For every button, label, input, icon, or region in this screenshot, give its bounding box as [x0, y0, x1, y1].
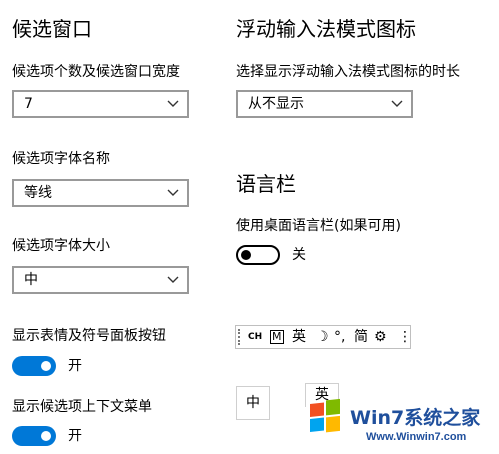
floating-ime-icon-heading: 浮动输入法模式图标 [236, 17, 416, 41]
floating-ime-duration-dropdown[interactable]: 从不显示 [236, 90, 413, 118]
lang-code: CH [248, 332, 263, 342]
floating-ime-duration-value: 从不显示 [248, 96, 304, 112]
candidate-count-width-label: 候选项个数及候选窗口宽度 [12, 64, 180, 80]
english-mode-icon: 英 [292, 329, 306, 345]
candidate-font-name-value: 等线 [24, 185, 52, 201]
context-menu-toggle-state: 开 [68, 428, 82, 444]
candidate-font-name-label: 候选项字体名称 [12, 151, 110, 167]
candidate-font-name-dropdown[interactable]: 等线 [12, 179, 189, 207]
candidate-count-width-dropdown[interactable]: 7 [12, 90, 189, 118]
chinese-mode-indicator: 中 [236, 386, 270, 420]
candidate-font-size-label: 候选项字体大小 [12, 238, 110, 254]
toggle-knob [41, 431, 51, 441]
candidate-window-heading: 候选窗口 [12, 17, 92, 41]
context-menu-toggle[interactable] [12, 426, 56, 446]
emoji-panel-toggle[interactable] [12, 356, 56, 376]
desktop-language-bar-toggle[interactable] [236, 245, 280, 265]
watermark-brand: Win7系统之家 [350, 407, 481, 429]
desktop-language-bar-toggle-state: 关 [292, 247, 306, 263]
candidate-font-size-value: 中 [24, 272, 38, 288]
watermark: Win7系统之家 Www.Winwin7.com [302, 380, 499, 454]
context-menu-label: 显示候选项上下文菜单 [12, 399, 152, 415]
chevron-down-icon [167, 189, 179, 196]
ime-mode-icon: M [270, 330, 284, 344]
gear-icon: ⚙ [374, 329, 387, 345]
emoji-panel-button-label: 显示表情及符号面板按钮 [12, 328, 166, 344]
floating-ime-duration-label: 选择显示浮动输入法模式图标的时长 [236, 64, 460, 80]
simplified-icon: 简 [354, 329, 368, 345]
chevron-down-icon [391, 100, 403, 107]
more-icon: ⋮ [398, 329, 412, 345]
toggle-knob [41, 361, 51, 371]
emoji-panel-toggle-state: 开 [68, 358, 82, 374]
candidate-count-width-value: 7 [24, 96, 33, 112]
toggle-knob [241, 250, 251, 260]
chevron-down-icon [167, 276, 179, 283]
chevron-down-icon [167, 100, 179, 107]
candidate-font-size-dropdown[interactable]: 中 [12, 266, 189, 294]
language-bar-preview: CH M 英 ☽ °, 简 ⚙ ⋮ [235, 325, 412, 349]
grip-icon [238, 329, 243, 345]
half-width-moon-icon: ☽ [316, 329, 329, 345]
language-bar-heading: 语言栏 [236, 172, 296, 196]
watermark-url: Www.Winwin7.com [366, 431, 467, 443]
desktop-language-bar-label: 使用桌面语言栏(如果可用) [236, 218, 401, 234]
punctuation-icon: °, [334, 329, 346, 345]
